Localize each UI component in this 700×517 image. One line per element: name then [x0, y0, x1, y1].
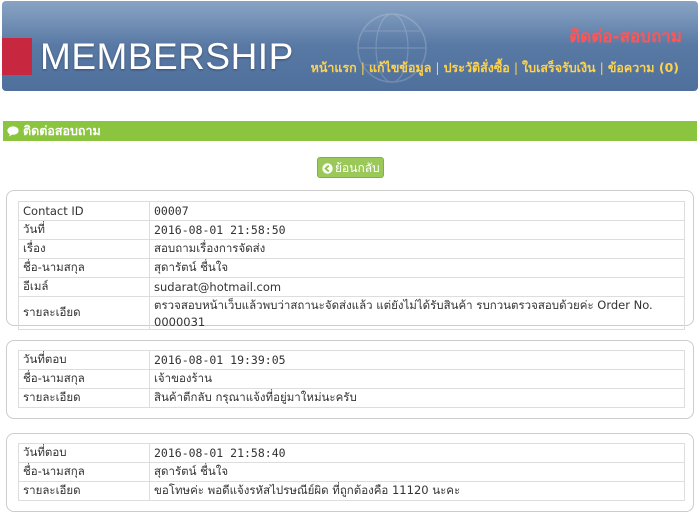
nav-messages[interactable]: ข้อความ (0) — [608, 60, 679, 75]
reply-detail-value: ขอโทษค่ะ พอดีแจ้งรหัสไปรษณีย์ผิด ที่ถูกต… — [149, 481, 685, 501]
row-label: Contact ID — [18, 201, 150, 221]
nav-edit-profile[interactable]: แก้ไขข้อมูล — [369, 60, 431, 75]
reply-card: วันที่ตอบ 2016-08-01 21:58:40 ชื่อ-นามสก… — [6, 433, 694, 512]
section-header: ติดต่อสอบถาม — [3, 121, 697, 141]
table-row: ชื่อ-นามสกุล สุดารัตน์ ชื่นใจ — [18, 462, 685, 482]
reply-card: วันที่ตอบ 2016-08-01 19:39:05 ชื่อ-นามสก… — [6, 340, 694, 419]
row-label: รายละเอียด — [18, 388, 150, 408]
nav-separator: | — [599, 60, 604, 75]
detail-value: ตรวจสอบหน้าเว็บแล้วพบว่าสถานะจัดส่งแล้ว … — [149, 296, 685, 330]
brand-accent-bar — [2, 38, 32, 75]
reply-date-value: 2016-08-01 19:39:05 — [149, 350, 685, 370]
nav-receipts[interactable]: ใบเสร็จรับเงิน — [522, 60, 596, 75]
nav-order-history[interactable]: ประวัติสั่งซื้อ — [444, 60, 510, 75]
section-title: ติดต่อสอบถาม — [23, 123, 101, 138]
name-value: สุดารัตน์ ชื่นใจ — [149, 258, 685, 278]
nav-separator: | — [435, 60, 440, 75]
table-row: ชื่อ-นามสกุล สุดารัตน์ ชื่นใจ — [18, 258, 685, 278]
subject-value: สอบถามเรื่องการจัดส่ง — [149, 239, 685, 259]
nav-separator: | — [360, 60, 365, 75]
row-label: ชื่อ-นามสกุล — [18, 258, 150, 278]
reply-table: วันที่ตอบ 2016-08-01 19:39:05 ชื่อ-นามสก… — [18, 350, 685, 408]
table-row: วันที่ 2016-08-01 21:58:50 — [18, 220, 685, 240]
contact-card: Contact ID 00007 วันที่ 2016-08-01 21:58… — [6, 190, 694, 330]
contact-id-value: 00007 — [149, 201, 685, 221]
row-label: รายละเอียด — [18, 296, 150, 330]
chat-bubble-icon — [7, 126, 19, 137]
nav-home[interactable]: หน้าแรก — [311, 60, 357, 75]
date-value: 2016-08-01 21:58:50 — [149, 220, 685, 240]
table-row: รายละเอียด สินค้าตีกลับ กรุณาแจ้งที่อยู่… — [18, 388, 685, 408]
brand-logo: MEMBERSHIP — [40, 36, 294, 77]
row-label: วันที่ตอบ — [18, 443, 150, 463]
email-value: sudarat@hotmail.com — [149, 277, 685, 297]
row-label: อีเมล์ — [18, 277, 150, 297]
row-label: วันที่ตอบ — [18, 350, 150, 370]
page-title: ติดต่อ-สอบถาม — [569, 27, 682, 47]
back-button[interactable]: ย้อนกลับ — [317, 157, 384, 178]
table-row: รายละเอียด ขอโทษค่ะ พอดีแจ้งรหัสไปรษณีย์… — [18, 481, 685, 501]
header-banner: MEMBERSHIP ติดต่อ-สอบถาม หน้าแรก | แก้ไขข้… — [2, 1, 698, 91]
table-row: เรื่อง สอบถามเรื่องการจัดส่ง — [18, 239, 685, 259]
arrow-left-circle-icon — [322, 163, 333, 174]
reply-date-value: 2016-08-01 21:58:40 — [149, 443, 685, 463]
reply-detail-value: สินค้าตีกลับ กรุณาแจ้งที่อยู่มาใหม่นะครั… — [149, 388, 685, 408]
back-button-label: ย้อนกลับ — [335, 161, 380, 175]
table-row: อีเมล์ sudarat@hotmail.com — [18, 277, 685, 297]
table-row: วันที่ตอบ 2016-08-01 21:58:40 — [18, 443, 685, 463]
top-nav: หน้าแรก | แก้ไขข้อมูล | ประวัติสั่งซื้อ | ใบเส… — [311, 58, 679, 78]
reply-name-value: เจ้าของร้าน — [149, 369, 685, 389]
row-label: ชื่อ-นามสกุล — [18, 369, 150, 389]
table-row: Contact ID 00007 — [18, 201, 685, 221]
row-label: วันที่ — [18, 220, 150, 240]
reply-table: วันที่ตอบ 2016-08-01 21:58:40 ชื่อ-นามสก… — [18, 443, 685, 501]
table-row: วันที่ตอบ 2016-08-01 19:39:05 — [18, 350, 685, 370]
contact-table: Contact ID 00007 วันที่ 2016-08-01 21:58… — [18, 201, 685, 330]
reply-name-value: สุดารัตน์ ชื่นใจ — [149, 462, 685, 482]
row-label: เรื่อง — [18, 239, 150, 259]
table-row: รายละเอียด ตรวจสอบหน้าเว็บแล้วพบว่าสถานะ… — [18, 296, 685, 330]
nav-separator: | — [513, 60, 519, 75]
row-label: รายละเอียด — [18, 481, 150, 501]
row-label: ชื่อ-นามสกุล — [18, 462, 150, 482]
table-row: ชื่อ-นามสกุล เจ้าของร้าน — [18, 369, 685, 389]
